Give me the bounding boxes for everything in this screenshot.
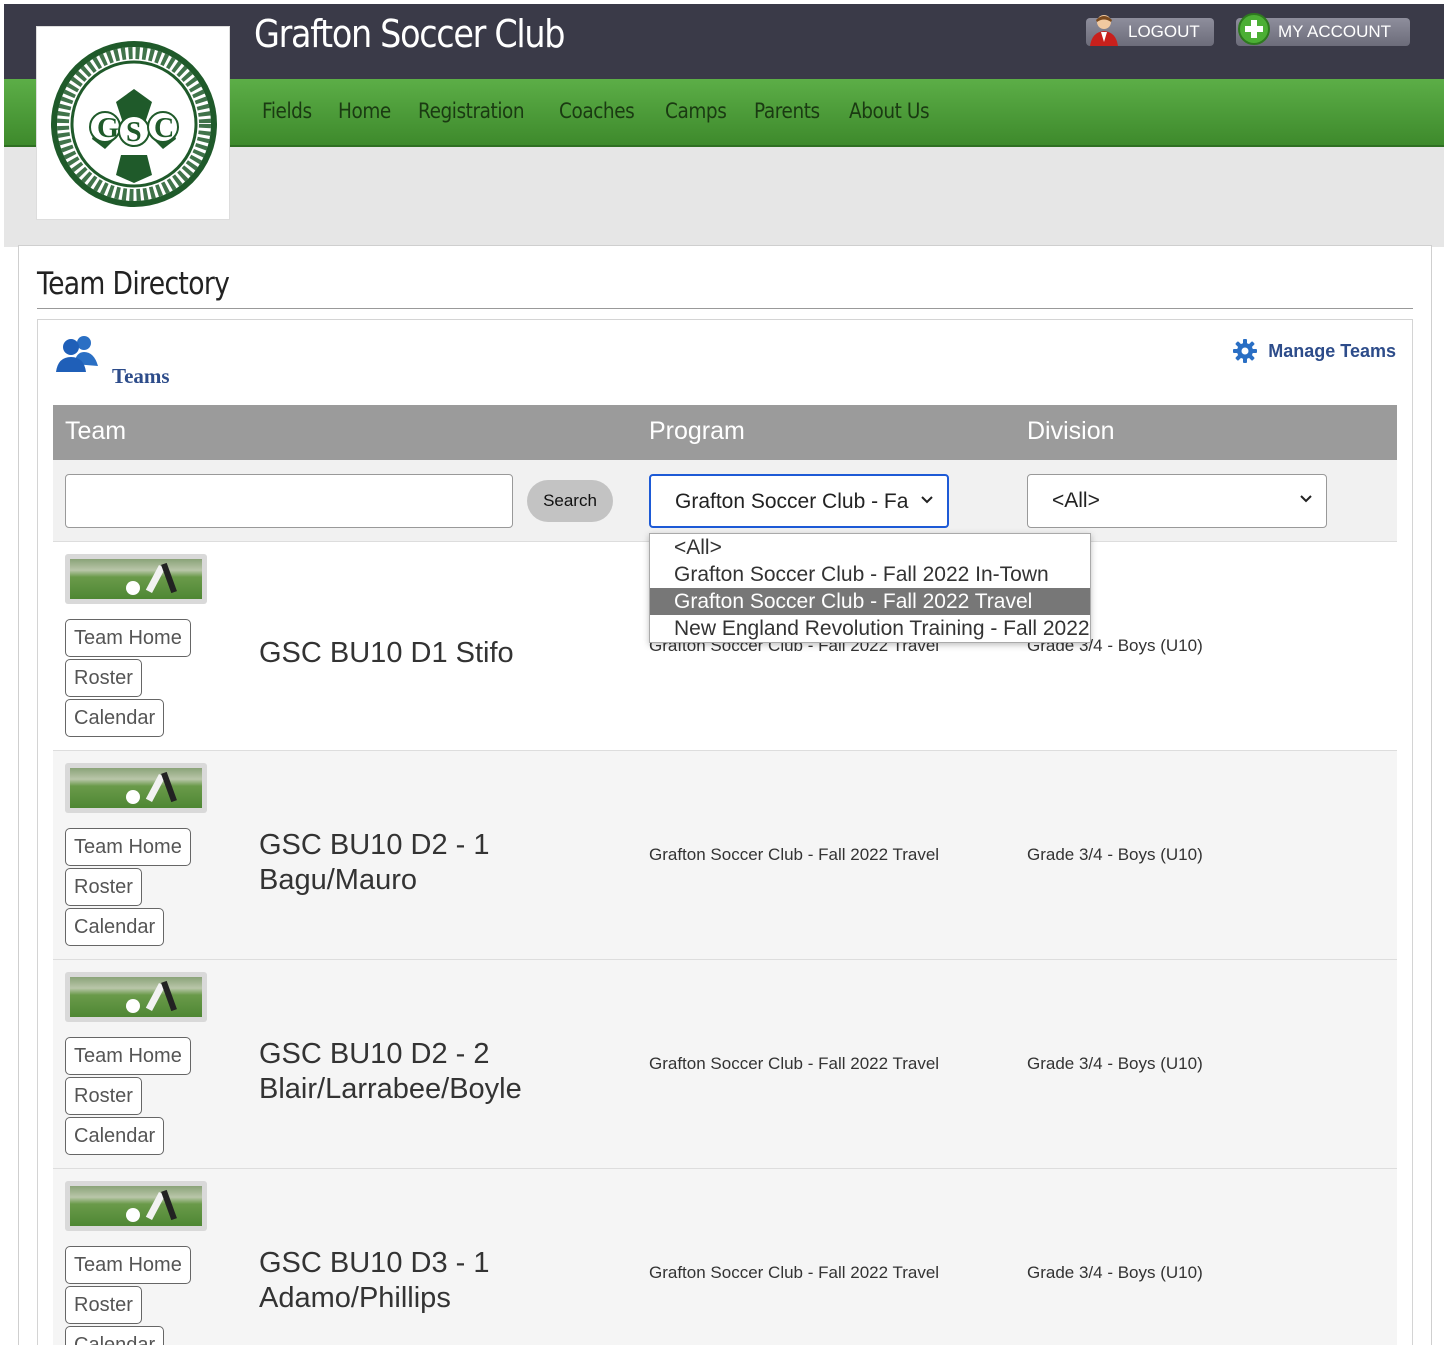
title-divider — [37, 308, 1413, 309]
column-header-division: Division — [1027, 417, 1115, 445]
table-row: Team Home Roster Calendar GSC BU10 D2 - … — [53, 960, 1397, 1169]
my-account-label: MY ACCOUNT — [1278, 22, 1392, 41]
team-search-input[interactable] — [65, 474, 513, 528]
team-home-button[interactable]: Team Home — [65, 1037, 191, 1075]
chevron-down-icon — [1300, 495, 1312, 503]
program-select-value: Grafton Soccer Club - Fa — [675, 490, 909, 513]
team-home-button[interactable]: Team Home — [65, 828, 191, 866]
nav-camps[interactable]: Camps — [665, 99, 727, 123]
svg-text:G: G — [97, 113, 119, 144]
nav-registration[interactable]: Registration — [418, 99, 525, 123]
team-division: Grade 3/4 - Boys (U10) — [1027, 845, 1203, 864]
table-row: Team Home Roster Calendar GSC BU10 D3 - … — [53, 1169, 1397, 1345]
team-home-button[interactable]: Team Home — [65, 619, 191, 657]
club-logo[interactable]: G S C — [36, 26, 230, 220]
page-title: Team Directory — [37, 266, 230, 302]
calendar-button[interactable]: Calendar — [65, 1117, 165, 1155]
team-program: Grafton Soccer Club - Fall 2022 Travel — [649, 845, 940, 864]
table-header: Team Program Division — [53, 405, 1397, 460]
gear-icon — [1233, 339, 1258, 363]
my-account-button[interactable]: MY ACCOUNT — [1236, 13, 1410, 46]
nav-about-us[interactable]: About Us — [849, 99, 930, 123]
nav-fields[interactable]: Fields — [262, 99, 312, 123]
logout-label: LOGOUT — [1128, 22, 1200, 41]
team-photo — [65, 1181, 207, 1231]
division-select[interactable]: <All> — [1027, 474, 1327, 528]
program-option-in-town[interactable]: Grafton Soccer Club - Fall 2022 In-Town — [650, 561, 1090, 588]
manage-teams-label: Manage Teams — [1268, 340, 1396, 361]
table-row: Team Home Roster Calendar GSC BU10 D2 - … — [53, 751, 1397, 960]
logout-button[interactable]: LOGOUT — [1086, 15, 1214, 46]
soccer-ball-logo-icon: G S C — [51, 41, 217, 207]
team-home-button[interactable]: Team Home — [65, 1246, 191, 1284]
column-header-program: Program — [649, 417, 745, 445]
plus-circle-icon — [1238, 13, 1270, 45]
svg-text:C: C — [154, 113, 174, 144]
team-photo — [65, 554, 207, 604]
svg-text:S: S — [126, 117, 142, 148]
team-name[interactable]: GSC BU10 D1 Stifo — [259, 636, 619, 671]
teams-section-label: Teams — [112, 364, 170, 388]
team-division: Grade 3/4 - Boys (U10) — [1027, 1263, 1203, 1282]
nav-parents[interactable]: Parents — [754, 99, 820, 123]
team-program: Grafton Soccer Club - Fall 2022 Travel — [649, 1263, 940, 1282]
search-button[interactable]: Search — [527, 480, 613, 522]
manage-teams-link[interactable]: Manage Teams — [1232, 338, 1396, 364]
users-icon — [56, 336, 98, 372]
teams-section: Teams Manage Teams Team Program Division… — [37, 319, 1413, 1345]
team-name[interactable]: GSC BU10 D2 - 2 Blair/Larrabee/Boyle — [259, 1037, 619, 1107]
team-photo — [65, 972, 207, 1022]
program-option-revolution[interactable]: New England Revolution Training - Fall 2… — [650, 615, 1090, 642]
division-select-value: <All> — [1052, 489, 1100, 512]
calendar-button[interactable]: Calendar — [65, 1326, 165, 1345]
roster-button[interactable]: Roster — [65, 868, 142, 906]
roster-button[interactable]: Roster — [65, 1077, 142, 1115]
filter-row: Search Grafton Soccer Club - Fa <All> — [53, 460, 1397, 542]
site-title: Grafton Soccer Club — [254, 12, 565, 56]
team-photo — [65, 763, 207, 813]
roster-button[interactable]: Roster — [65, 1286, 142, 1324]
team-name[interactable]: GSC BU10 D3 - 1 Adamo/Phillips — [259, 1246, 619, 1316]
roster-button[interactable]: Roster — [65, 659, 142, 697]
team-division: Grade 3/4 - Boys (U10) — [1027, 1054, 1203, 1073]
nav-home[interactable]: Home — [338, 99, 391, 123]
team-program: Grafton Soccer Club - Fall 2022 Travel — [649, 1054, 940, 1073]
calendar-button[interactable]: Calendar — [65, 908, 165, 946]
program-select[interactable]: Grafton Soccer Club - Fa — [649, 474, 949, 528]
team-name[interactable]: GSC BU10 D2 - 1 Bagu/Mauro — [259, 828, 619, 898]
program-option-travel[interactable]: Grafton Soccer Club - Fall 2022 Travel — [650, 588, 1090, 615]
main-panel: Team Directory Teams Manage Teams Team P… — [18, 245, 1432, 1345]
chevron-down-icon — [921, 496, 933, 504]
nav-coaches[interactable]: Coaches — [559, 99, 635, 123]
user-icon — [1090, 15, 1118, 46]
calendar-button[interactable]: Calendar — [65, 699, 165, 737]
program-dropdown-list: <All> Grafton Soccer Club - Fall 2022 In… — [649, 533, 1091, 643]
column-header-team: Team — [65, 417, 127, 445]
program-option-all[interactable]: <All> — [650, 534, 1090, 561]
